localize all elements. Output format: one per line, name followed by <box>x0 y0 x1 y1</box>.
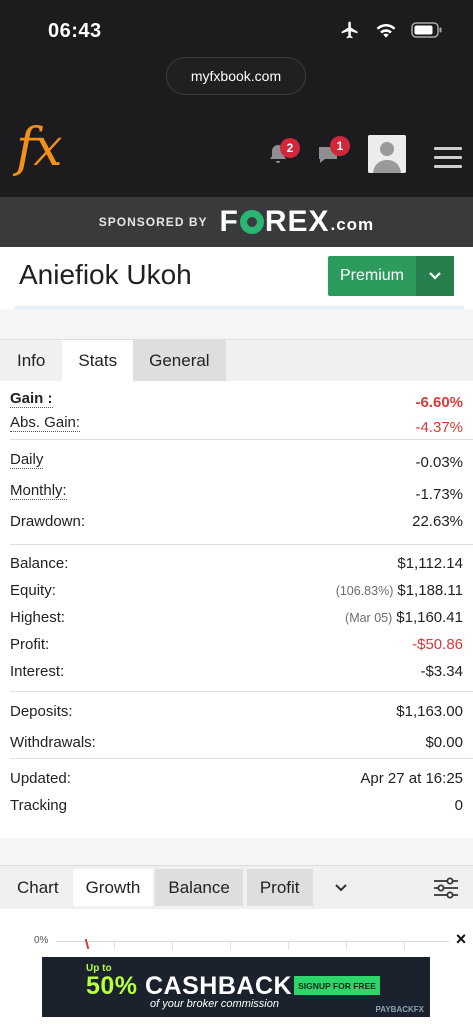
interest-value: -$3.34 <box>420 663 463 680</box>
stat-row-interest: Interest: -$3.34 <box>0 657 473 691</box>
stat-row-tracking: Tracking 0 <box>0 791 473 819</box>
y-axis-tick-label: 0% <box>34 935 49 946</box>
stat-row-drawdown: Drawdown: 22.63% <box>0 504 473 544</box>
stat-row-monthly: Monthly: -1.73% <box>0 472 473 504</box>
messages-badge: 1 <box>330 136 350 156</box>
section-gap <box>0 309 473 339</box>
sponsor-strip[interactable]: SPONSORED BY F REX .com <box>0 197 473 247</box>
withdrawals-label: Withdrawals: <box>10 734 96 751</box>
tracking-label: Tracking <box>10 797 67 814</box>
messages-button[interactable]: 1 <box>316 136 350 171</box>
close-ad-button[interactable]: × <box>449 927 473 951</box>
notifications-badge: 2 <box>280 138 300 158</box>
tab-info[interactable]: Info <box>0 340 63 381</box>
abs-gain-label[interactable]: Abs. Gain: <box>10 414 81 432</box>
stat-row-withdrawals: Withdrawals: $0.00 <box>0 724 473 758</box>
account-tabs: Info Stats General <box>0 339 473 381</box>
monthly-value: -1.73% <box>415 486 463 503</box>
drawdown-value: 22.63% <box>412 513 463 530</box>
chart-tab-profit[interactable]: Profit <box>246 869 313 906</box>
drawdown-label: Drawdown: <box>10 513 86 530</box>
chevron-down-icon <box>334 883 347 891</box>
monthly-label[interactable]: Monthly: <box>10 482 67 500</box>
ad-brand: PAYBACKFX <box>375 1005 424 1014</box>
stat-row-abs-gain: Abs. Gain: -4.37% <box>0 405 473 439</box>
notifications-button[interactable]: 2 <box>266 138 300 171</box>
stats-panel: Gain : -6.60% Abs. Gain: -4.37% Daily -0… <box>0 381 473 819</box>
equity-label: Equity: <box>10 582 56 599</box>
stat-row-profit: Profit: -$50.86 <box>0 630 473 657</box>
wifi-icon <box>376 23 396 38</box>
ad-signup-button[interactable]: SIGNUP FOR FREE <box>294 976 380 995</box>
stat-row-daily: Daily -0.03% <box>0 440 473 472</box>
withdrawals-value: $0.00 <box>425 734 463 751</box>
status-icons <box>339 20 443 40</box>
equity-value-group: (106.83%) $1,188.11 <box>336 582 463 599</box>
highest-value-group: (Mar 05) $1,160.41 <box>345 609 463 626</box>
avatar[interactable] <box>368 135 406 173</box>
chart-settings-button[interactable] <box>433 876 459 905</box>
forex-logo: F REX .com <box>219 205 374 239</box>
daily-value: -0.03% <box>415 454 463 471</box>
forex-logo-rex: REX <box>264 205 330 238</box>
zero-line <box>56 941 456 942</box>
updated-label: Updated: <box>10 770 71 787</box>
chart-title: Chart <box>17 877 59 897</box>
clock: 06:43 <box>48 20 102 42</box>
site-logo[interactable]: fx <box>16 118 63 178</box>
interest-label: Interest: <box>10 663 65 680</box>
chart-tab-balance[interactable]: Balance <box>155 869 243 906</box>
premium-dropdown-toggle[interactable] <box>416 256 454 296</box>
forex-o-icon <box>239 210 264 234</box>
chart-tabs: Chart Growth Balance Profit <box>0 865 473 909</box>
abs-gain-value: -4.37% <box>415 419 463 436</box>
daily-label[interactable]: Daily <box>10 451 44 469</box>
ad-percent: 50% <box>86 972 138 1000</box>
sponsor-label: SPONSORED BY <box>98 215 208 229</box>
ad-subtitle: of your broker commission <box>150 998 279 1010</box>
premium-label: Premium <box>339 267 404 284</box>
chart-more-dropdown[interactable] <box>317 869 347 906</box>
status-bar: 06:43 myfxbook.com <box>0 0 473 120</box>
equity-percent: (106.83%) <box>335 584 394 598</box>
stat-row-gain: Gain : -6.60% <box>0 381 473 411</box>
profit-value: -$50.86 <box>412 636 463 653</box>
section-gap <box>0 838 473 865</box>
premium-button[interactable]: Premium <box>328 256 454 296</box>
forex-logo-suffix: .com <box>330 215 375 234</box>
stat-row-updated: Updated: Apr 27 at 16:25 <box>0 759 473 791</box>
ad-headline: 50% CASHBACK <box>86 972 292 1001</box>
ad-cashback: CASHBACK <box>137 972 293 1000</box>
stat-row-deposits: Deposits: $1,163.00 <box>0 692 473 724</box>
url-bar[interactable]: myfxbook.com <box>166 57 306 95</box>
stat-row-balance: Balance: $1,112.14 <box>0 545 473 576</box>
updated-value: Apr 27 at 16:25 <box>360 770 463 787</box>
balance-value: $1,112.14 <box>397 555 463 572</box>
deposits-value: $1,163.00 <box>396 703 463 720</box>
tab-stats[interactable]: Stats <box>62 340 134 381</box>
airplane-mode-icon <box>341 21 358 39</box>
tracking-value: 0 <box>454 797 463 814</box>
account-name: Aniefiok Ukoh <box>19 259 192 290</box>
chart-tab-growth[interactable]: Growth <box>72 869 154 906</box>
equity-value: $1,188.11 <box>397 582 463 599</box>
ad-banner[interactable]: Up to 50% CASHBACK of your broker commis… <box>42 957 430 1017</box>
highest-value: $1,160.41 <box>396 609 463 626</box>
forex-logo-f: F <box>219 205 239 238</box>
sliders-icon <box>434 877 458 899</box>
battery-icon <box>411 22 442 38</box>
stat-row-equity: Equity: (106.83%) $1,188.11 <box>0 576 473 603</box>
app-bar: fx 2 1 <box>0 118 473 197</box>
user-icon <box>368 135 406 173</box>
chevron-down-icon <box>429 272 441 280</box>
highest-label: Highest: <box>10 609 66 626</box>
profit-label: Profit: <box>10 636 50 653</box>
deposits-label: Deposits: <box>10 703 73 720</box>
tab-general[interactable]: General <box>133 340 226 381</box>
balance-label: Balance: <box>10 555 69 572</box>
highest-date: (Mar 05) <box>345 611 393 625</box>
stat-row-highest: Highest: (Mar 05) $1,160.41 <box>0 603 473 630</box>
hamburger-menu-icon[interactable] <box>434 147 462 174</box>
